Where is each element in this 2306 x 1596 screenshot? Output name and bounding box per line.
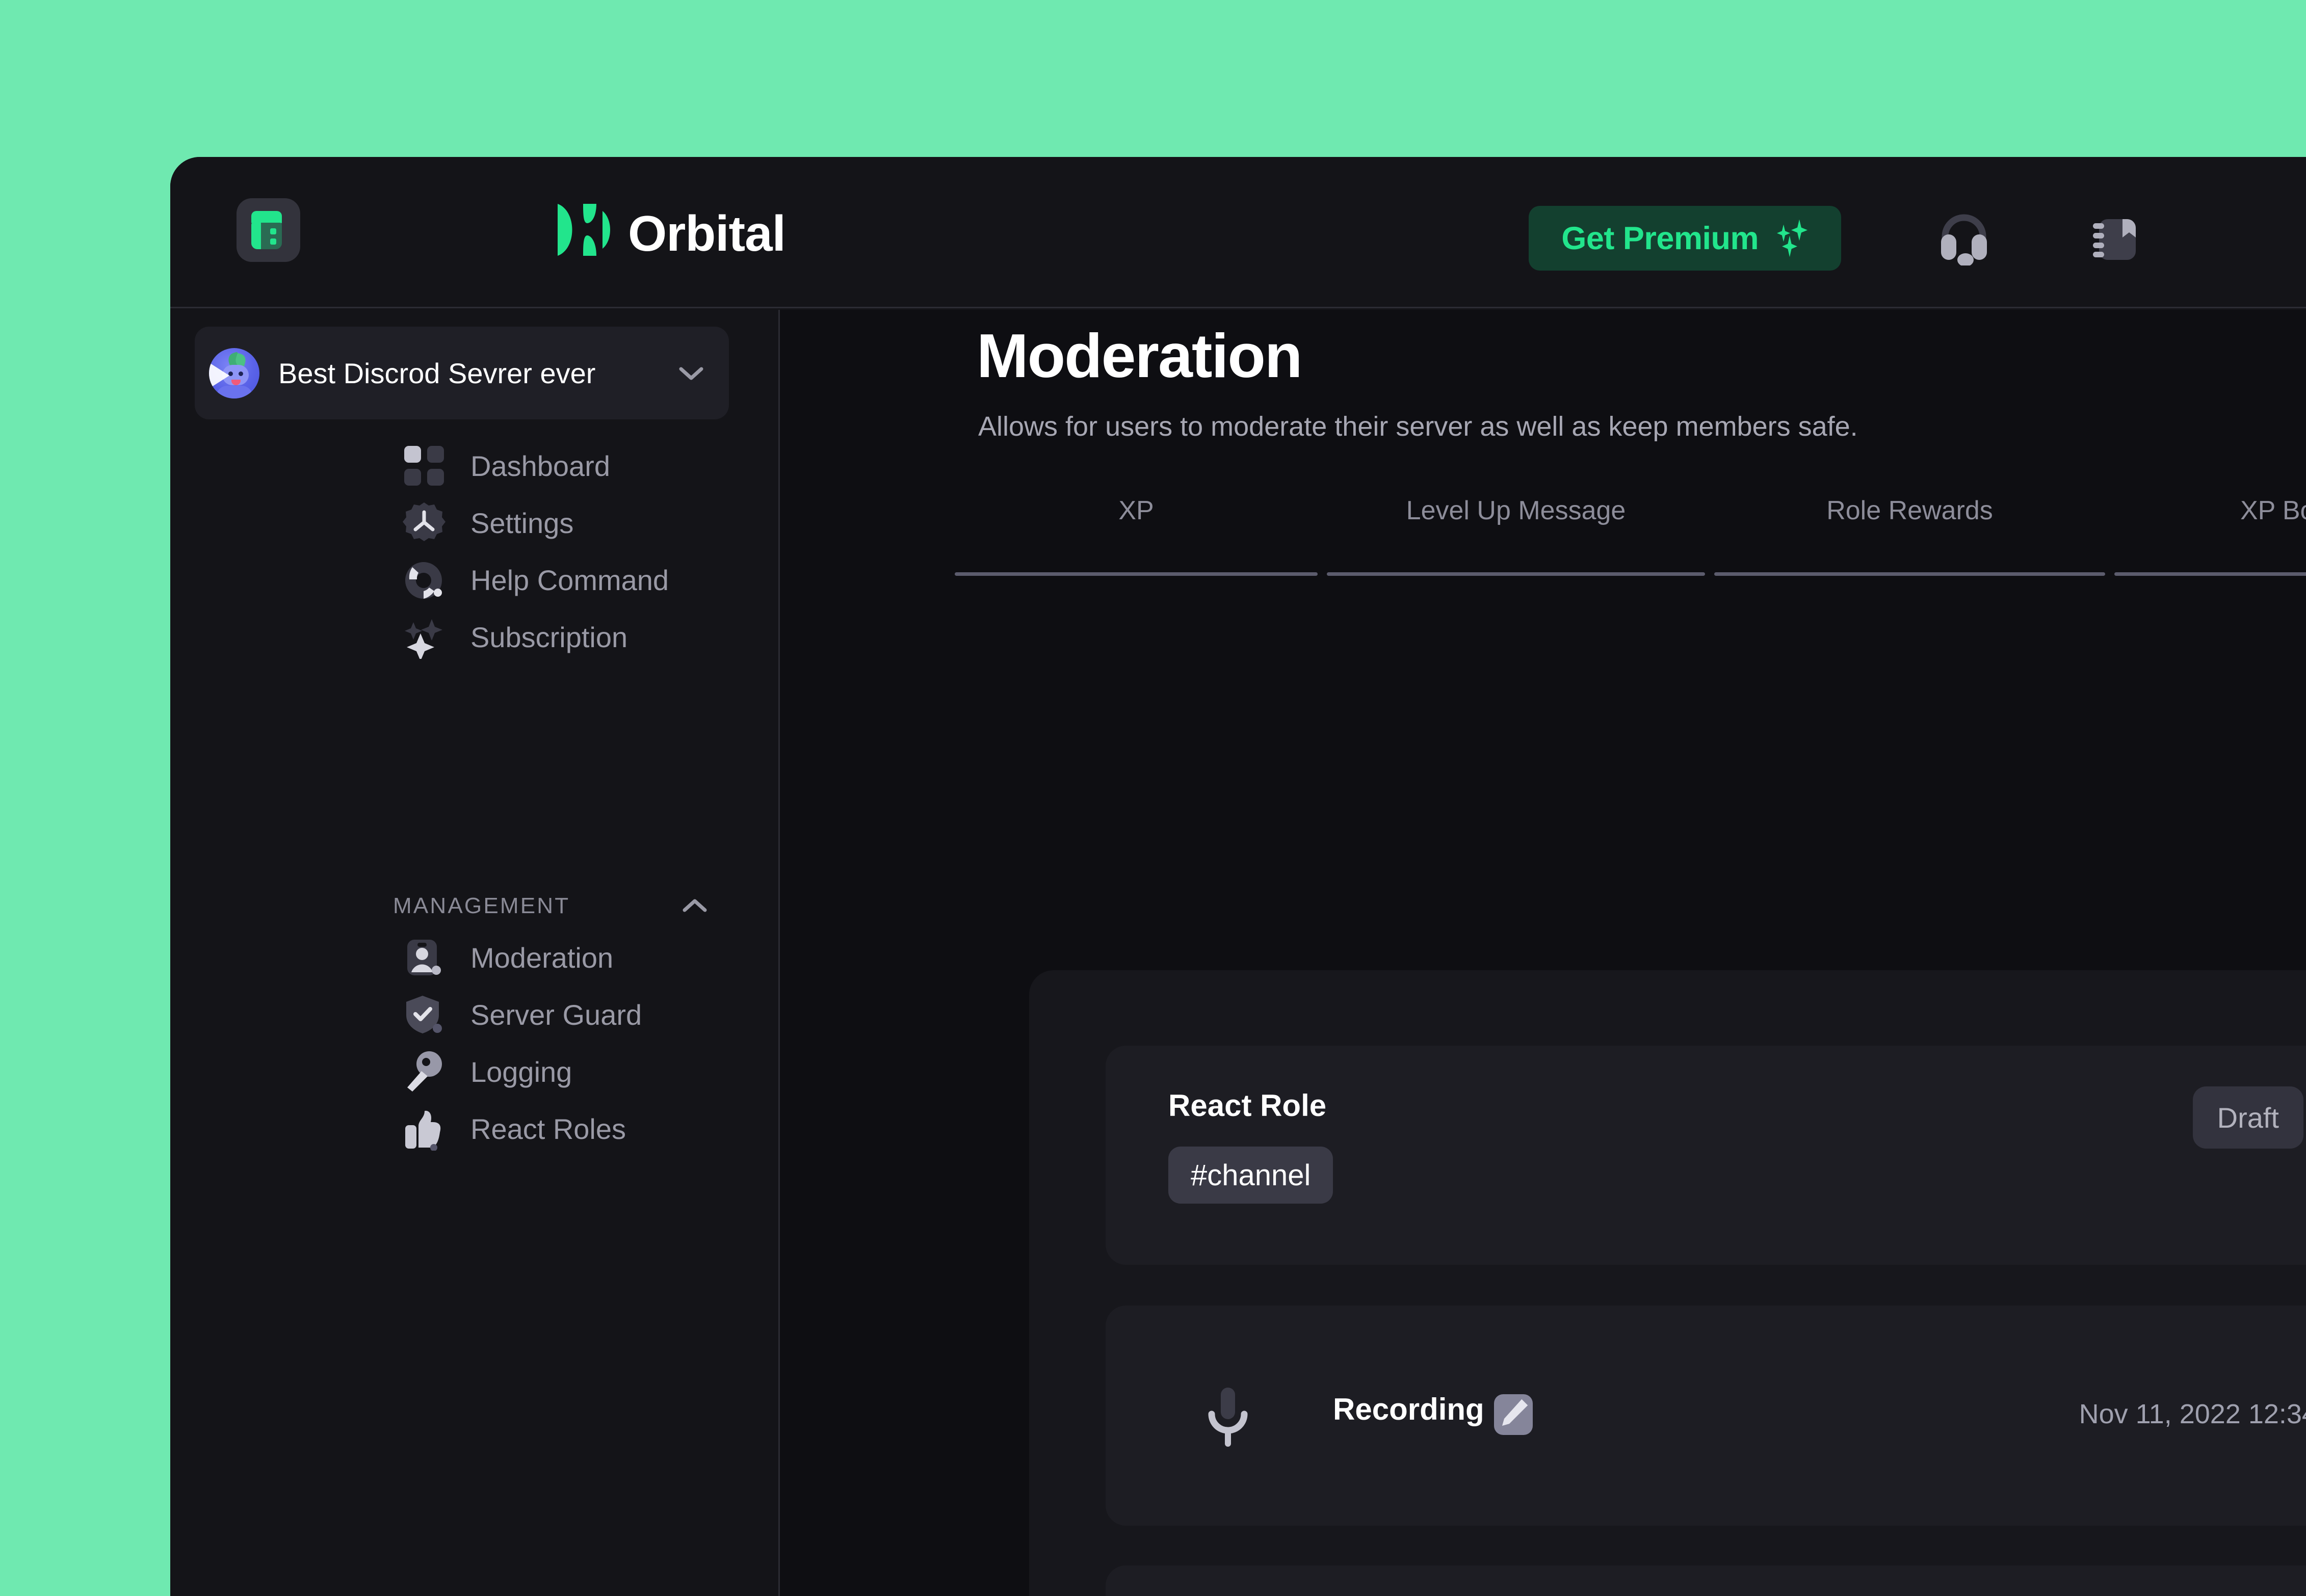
top-bar: Orbital Get Premium: [170, 157, 2306, 308]
get-premium-label: Get Premium: [1561, 220, 1759, 256]
user-badge-icon: [407, 940, 441, 975]
tab-level-up-message[interactable]: Level Up Message: [1322, 474, 1710, 576]
server-avatar: [209, 348, 259, 398]
tab-role-rewards[interactable]: Role Rewards: [1710, 474, 2110, 576]
app-tile-dot: [270, 228, 276, 234]
sidebar-item-react-roles[interactable]: React Roles: [170, 1100, 778, 1157]
edit-pencil-icon[interactable]: [1492, 1391, 1535, 1438]
chevron-up-icon: [683, 899, 707, 912]
page-title: Moderation: [977, 321, 1302, 390]
channel-chip-label: #channel: [1191, 1158, 1311, 1192]
sidebar-item-subscription[interactable]: Subscription: [170, 608, 778, 666]
sidebar-item-server-guard[interactable]: Server Guard: [170, 986, 778, 1043]
tab-label: XP: [1118, 496, 1154, 525]
app-tile-icon[interactable]: [237, 198, 300, 262]
content-panel: React Role #channel Draft Recording Nov …: [1029, 970, 2306, 1596]
sidebar-item-label: Logging: [470, 1055, 572, 1088]
sidebar-item-label: Server Guard: [470, 998, 642, 1031]
rename-recording-card[interactable]: [1106, 1565, 2306, 1596]
notebook-icon[interactable]: [2087, 213, 2143, 267]
tab-xp[interactable]: XP: [950, 474, 1322, 576]
lifebuoy-icon: [405, 562, 442, 599]
headset-icon[interactable]: [1936, 212, 1992, 265]
sidebar-item-logging[interactable]: Logging: [170, 1043, 778, 1100]
orbital-logo-icon: [558, 204, 610, 256]
gear-icon: [403, 502, 446, 541]
status-badge-label: Draft: [2217, 1101, 2279, 1134]
management-nav: Moderation Server Guard Logging React Ro…: [170, 929, 778, 1157]
main-content: Moderation Allows for users to moderate …: [780, 310, 2306, 1596]
primary-nav: Dashboard Settings Help Command Subscrip…: [170, 437, 778, 666]
sidebar-item-label: Moderation: [470, 941, 614, 974]
chevron-down-icon: [679, 367, 703, 380]
tab-label: Level Up Message: [1406, 496, 1626, 525]
react-role-title: React Role: [1168, 1088, 1327, 1123]
sparkles-icon: [1777, 219, 1809, 257]
sidebar-item-label: Settings: [470, 507, 574, 539]
recording-timestamp: Nov 11, 2022 12:34 AM: [2079, 1399, 2306, 1429]
thumbs-up-icon: [405, 1110, 441, 1151]
sidebar-item-dashboard[interactable]: Dashboard: [170, 437, 778, 494]
sidebar-item-label: Dashboard: [470, 449, 610, 482]
sidebar: Best Discrod Sevrer ever Dashboard Setti…: [170, 310, 780, 1596]
management-section-title: MANAGEMENT: [393, 893, 570, 918]
microphone-icon: [1208, 1388, 1248, 1447]
sidebar-item-label: Subscription: [470, 621, 628, 653]
app-window: Orbital Get Premium Best Discrod Sevrer …: [170, 157, 2306, 1596]
tab-label: XP Boosters: [2240, 496, 2306, 525]
sidebar-item-help-command[interactable]: Help Command: [170, 551, 778, 608]
tab-bar: XP Level Up Message Role Rewards XP Boos…: [950, 474, 2306, 576]
page-subtitle: Allows for users to moderate their serve…: [978, 411, 1858, 442]
server-selector[interactable]: Best Discrod Sevrer ever: [195, 327, 729, 419]
status-badge: Draft: [2192, 1086, 2303, 1149]
tab-xp-boosters[interactable]: XP Boosters: [2110, 474, 2306, 576]
shield-check-icon: [406, 996, 442, 1033]
key-icon: [407, 1051, 442, 1092]
channel-chip[interactable]: #channel: [1168, 1147, 1333, 1204]
react-role-card[interactable]: React Role #channel Draft: [1106, 1046, 2306, 1265]
app-tile-left: [251, 223, 261, 249]
sidebar-item-settings[interactable]: Settings: [170, 494, 778, 551]
grid-icon: [404, 446, 444, 486]
sidebar-item-label: React Roles: [470, 1112, 626, 1145]
sparkles-icon: [405, 619, 442, 659]
brand-name: Orbital: [628, 205, 786, 261]
server-name: Best Discrod Sevrer ever: [278, 357, 596, 389]
management-section-header[interactable]: MANAGEMENT: [170, 881, 778, 932]
tab-label: Role Rewards: [1826, 496, 1993, 525]
recording-label: Recording: [1333, 1392, 1484, 1426]
sidebar-item-label: Help Command: [470, 564, 669, 596]
get-premium-button[interactable]: Get Premium: [1529, 206, 1841, 271]
app-tile-dot: [270, 238, 276, 245]
recording-card[interactable]: Recording Nov 11, 2022 12:34 AM: [1106, 1306, 2306, 1526]
sidebar-item-moderation[interactable]: Moderation: [170, 929, 778, 986]
